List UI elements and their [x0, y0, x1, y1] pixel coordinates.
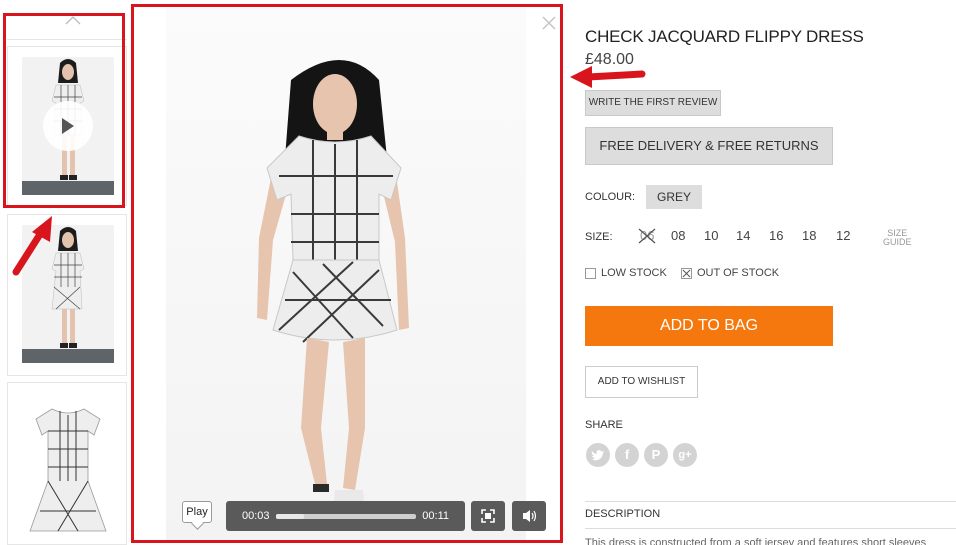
volume-icon — [523, 510, 537, 522]
annotation-arrow-up-icon — [12, 216, 52, 276]
close-icon[interactable] — [540, 14, 558, 32]
pinterest-icon[interactable]: P — [644, 443, 668, 467]
divider — [585, 501, 956, 502]
play-tooltip: Play — [182, 501, 212, 523]
write-review-button[interactable]: WRITE THE FIRST REVIEW — [585, 90, 721, 116]
size-label: SIZE: — [585, 231, 613, 243]
play-icon — [62, 118, 74, 134]
share-label: SHARE — [585, 419, 623, 431]
thumbnail-image-3[interactable] — [7, 382, 127, 545]
out-of-stock-box — [681, 268, 692, 279]
video-time-bar: 00:03 00:11 — [226, 501, 465, 531]
low-stock-box — [585, 268, 596, 279]
twitter-icon[interactable] — [586, 443, 610, 467]
play-button[interactable] — [43, 101, 93, 151]
size-option[interactable]: 14 — [736, 228, 750, 243]
thumbnail-scroll-up[interactable] — [7, 10, 127, 40]
video-progress-fill — [276, 514, 304, 519]
size-option[interactable]: 16 — [769, 228, 783, 243]
dress-flat-figure — [29, 408, 107, 532]
size-option[interactable]: 12 — [836, 228, 850, 243]
fullscreen-button[interactable] — [471, 501, 505, 531]
product-video-viewer[interactable]: Play 00:03 00:11 — [136, 8, 560, 540]
size-option[interactable]: 08 — [671, 228, 685, 243]
add-to-wishlist-button[interactable]: ADD TO WISHLIST — [585, 366, 698, 398]
divider — [585, 528, 956, 529]
size-option[interactable]: 10 — [704, 228, 718, 243]
description-text: This dress is constructed from a soft je… — [585, 537, 927, 545]
size-option[interactable]: 18 — [802, 228, 816, 243]
fullscreen-icon — [481, 509, 495, 523]
video-duration: 00:11 — [422, 510, 449, 522]
low-stock-label: LOW STOCK — [601, 267, 667, 279]
cross-icon — [682, 269, 691, 278]
current-time: 00:03 — [242, 510, 270, 522]
chevron-up-icon — [65, 16, 81, 25]
add-to-bag-button[interactable]: ADD TO BAG — [585, 306, 833, 346]
size-guide-line: GUIDE — [883, 237, 912, 247]
free-delivery-button[interactable]: FREE DELIVERY & FREE RETURNS — [585, 127, 833, 165]
google-plus-icon[interactable]: g+ — [673, 443, 697, 467]
twitter-glyph — [591, 450, 604, 461]
facebook-icon[interactable]: f — [615, 443, 639, 467]
product-info-panel: CHECK JACQUARD FLIPPY DRESS £48.00 WRITE… — [585, 0, 956, 545]
product-title: CHECK JACQUARD FLIPPY DRESS — [585, 27, 864, 46]
product-price: £48.00 — [585, 51, 634, 68]
out-of-stock-label: OUT OF STOCK — [697, 267, 780, 279]
size-guide-link[interactable]: SIZE GUIDE — [883, 229, 912, 247]
colour-label: COLOUR: — [585, 191, 636, 203]
colour-swatch-grey[interactable]: GREY — [646, 185, 702, 209]
thumbnail-image — [22, 57, 114, 195]
thumbnail-video[interactable] — [7, 46, 127, 206]
description-heading[interactable]: DESCRIPTION — [585, 508, 660, 520]
model-figure — [257, 60, 409, 513]
video-seek-slider[interactable] — [276, 514, 416, 519]
thumbnail-image — [18, 391, 118, 541]
unavailable-cross-icon — [638, 228, 656, 244]
volume-button[interactable] — [512, 501, 546, 531]
